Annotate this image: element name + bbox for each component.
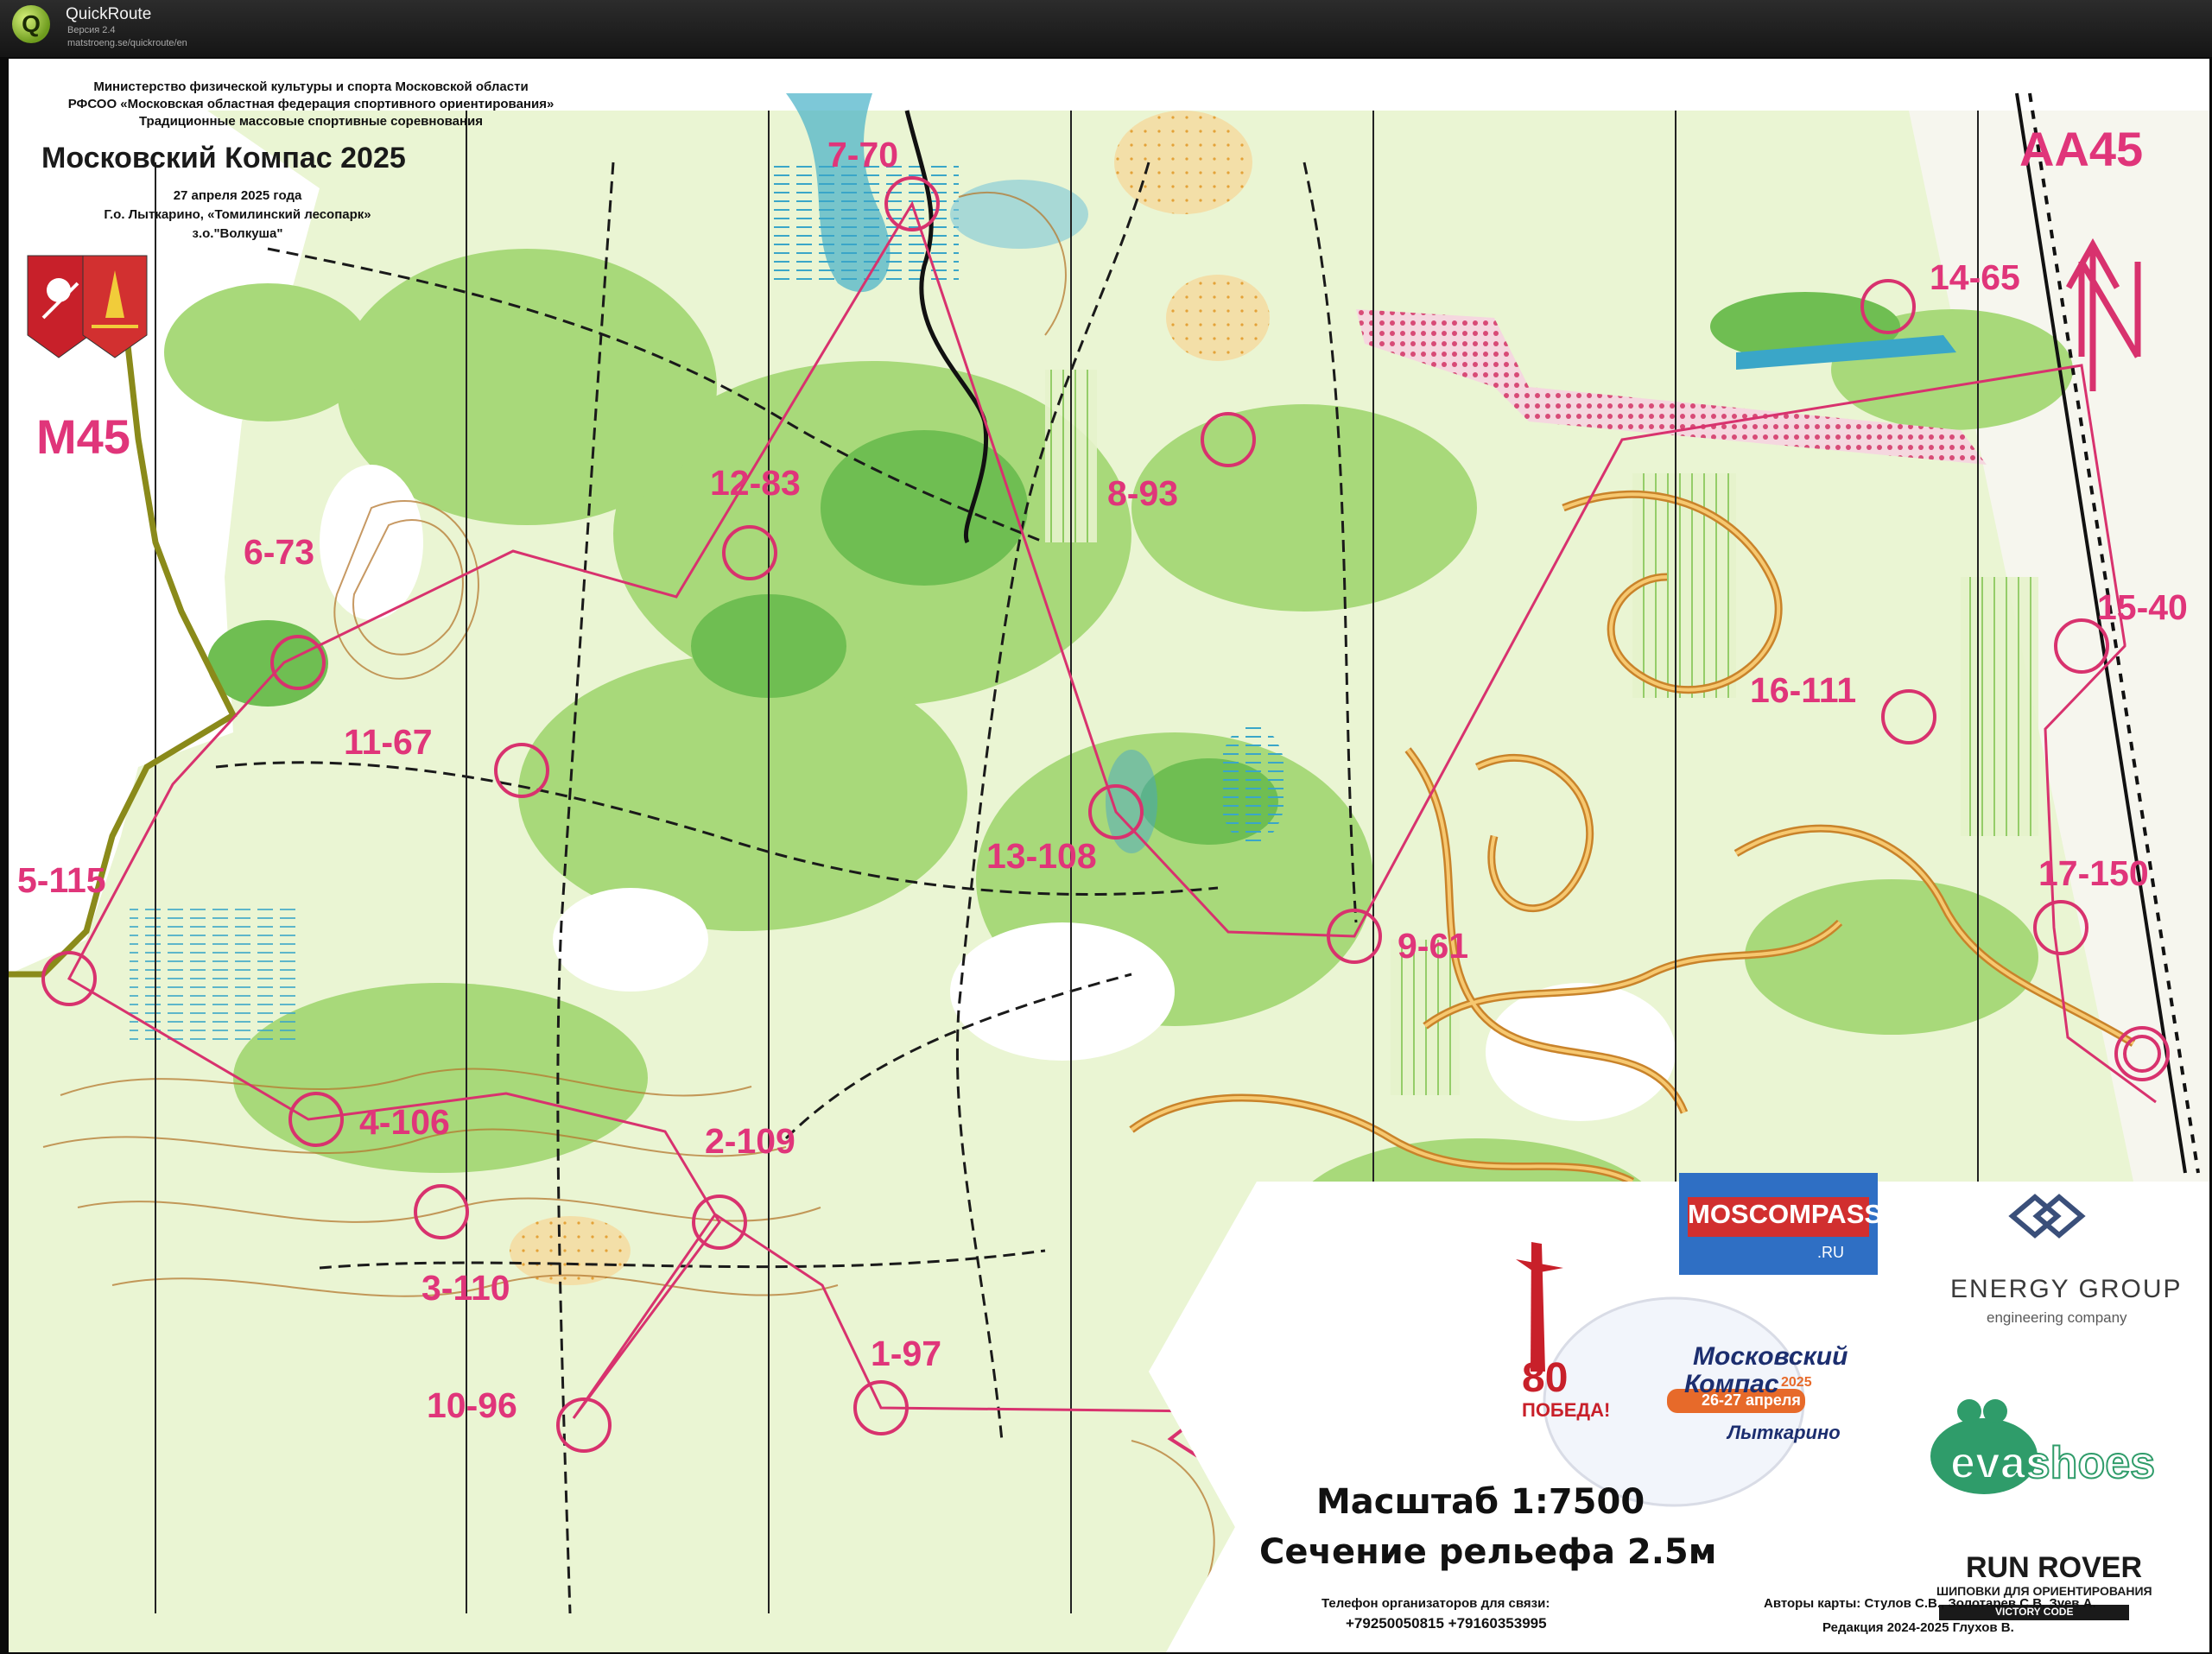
header-line-3: Традиционные массовые спортивные соревно… (138, 114, 484, 129)
class-label-right: АА45 (2019, 122, 2144, 176)
control-label: 17-150 (2038, 853, 2149, 893)
run-rover-logo-text: RUN ROVER (1966, 1551, 2143, 1584)
competition-title: Московский Компас 2025 (41, 142, 406, 174)
header-line-1: Министерство физической культуры и спорт… (93, 79, 529, 94)
contour-interval: Сечение рельефа 2.5м (1259, 1532, 1717, 1572)
control-label: 7-70 (827, 135, 899, 174)
control-label: 14-65 (1930, 257, 2020, 297)
coat-of-arms-moscow-region (27, 255, 91, 358)
app-version: Версия 2.4 (67, 25, 116, 35)
event-date: 27 апреля 2025 года (173, 188, 302, 203)
victory-80-number: 80 (1522, 1355, 1569, 1401)
control-label: 5-115 (17, 860, 106, 900)
run-rover-subtitle: ШИПОВКИ ДЛЯ ОРИЕНТИРОВАНИЯ (1936, 1584, 2152, 1598)
title-bar: Q QuickRoute Версия 2.4 matstroeng.se/qu… (0, 0, 2212, 57)
control-label: 11-67 (344, 722, 433, 762)
class-label-left: М45 (36, 409, 130, 464)
control-label: 15-40 (2097, 587, 2188, 627)
app-url[interactable]: matstroeng.se/quickroute/en (67, 38, 187, 48)
control-label: 12-83 (710, 463, 801, 503)
control-label: 8-93 (1107, 473, 1179, 513)
control-label: 3-110 (421, 1268, 510, 1308)
app-name: QuickRoute (66, 5, 152, 23)
map-scale: Масштаб 1:7500 (1316, 1482, 1645, 1522)
event-place: Г.о. Лыткарино, «Томилинский лесопарк» (104, 207, 371, 222)
run-rover-tagline: VICTORY CODE (1995, 1606, 2074, 1618)
energy-group-subtitle: engineering company (1987, 1309, 2127, 1326)
victory-80-caption: ПОБЕДА! (1522, 1399, 1611, 1421)
event-logo-year: 2025 (1781, 1375, 1812, 1390)
control-label: 6-73 (244, 532, 315, 572)
moscompass-logo-text: MOSCOMPASS (1688, 1199, 1883, 1229)
event-logo-dates: 26-27 апреля (1702, 1391, 1801, 1409)
header-line-2: РФСОО «Московская областная федерация сп… (67, 97, 555, 111)
control-label: 13-108 (986, 836, 1097, 876)
event-logo-line-1: Московский (1693, 1342, 1848, 1371)
quickroute-logo-icon: Q (12, 5, 50, 43)
map-edition: Редакция 2024-2025 Глухов В. (1822, 1620, 2014, 1635)
control-label: 16-111 (1750, 670, 1857, 710)
control-label: 2-109 (705, 1121, 795, 1161)
control-label: 10-96 (427, 1385, 517, 1425)
control-label: 4-106 (359, 1102, 450, 1142)
orienteering-map[interactable]: Министерство физической культуры и спорт… (9, 59, 2209, 1652)
contacts-label: Телефон организаторов для связи: (1321, 1596, 1550, 1611)
contacts-phones: +79250050815 +79160353995 (1346, 1615, 1547, 1632)
event-logo-city: Лыткарино (1727, 1422, 1841, 1443)
eva-shoes-logo-text: evashoes (1949, 1437, 2156, 1489)
map-canvas (9, 92, 2209, 1652)
coat-of-arms-lytkarino (82, 255, 148, 358)
moscompass-logo-suffix: .RU (1817, 1244, 1844, 1261)
control-label: 9-61 (1398, 926, 1469, 966)
event-zone: з.о."Волкуша" (192, 226, 283, 241)
control-label: 1-97 (871, 1334, 942, 1373)
energy-group-name: ENERGY GROUP (1950, 1275, 2183, 1303)
